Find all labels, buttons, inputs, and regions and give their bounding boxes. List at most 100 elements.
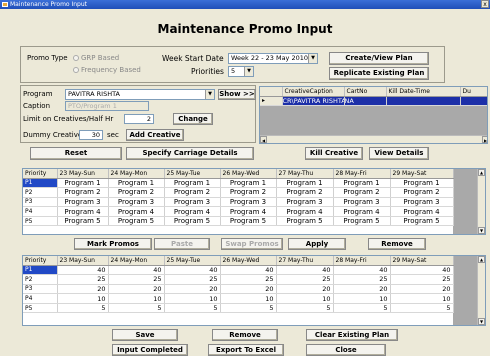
value-cell[interactable]: 40	[57, 265, 109, 276]
column-header[interactable]: 24 May-Mon	[108, 169, 165, 179]
priorities-select[interactable]: 5 ▼	[228, 66, 254, 77]
column-header[interactable]: 27 May-Thu	[276, 169, 334, 179]
chevron-down-icon[interactable]: ▼	[244, 67, 253, 76]
table-row[interactable]: P4 Program 4 Program 4 Program 4 Program…	[23, 206, 454, 217]
vertical-scrollbar[interactable]: ▲ ▼	[477, 256, 485, 325]
priority-cell[interactable]: P3	[23, 197, 58, 208]
column-header[interactable]: Priority	[23, 169, 58, 179]
column-header[interactable]: 26 May-Wed	[220, 256, 277, 266]
program-cell[interactable]: Program 1	[276, 178, 334, 189]
program-cell[interactable]: Program 4	[164, 206, 221, 217]
value-cell[interactable]: 20	[108, 284, 165, 295]
value-cell[interactable]: 40	[108, 265, 165, 276]
value-cell[interactable]: 25	[390, 274, 454, 285]
program-cell[interactable]: Program 4	[333, 206, 391, 217]
priority-cell[interactable]: P5	[23, 216, 58, 227]
value-cell[interactable]: 10	[333, 293, 391, 304]
value-cell[interactable]: 10	[220, 293, 277, 304]
table-row[interactable]: P1 Program 1 Program 1 Program 1 Program…	[23, 178, 454, 189]
column-header[interactable]: Du	[460, 87, 487, 97]
value-cell[interactable]: 5	[333, 303, 391, 314]
program-cell[interactable]: Program 3	[220, 197, 277, 208]
program-cell[interactable]: Program 4	[108, 206, 165, 217]
program-cell[interactable]: Program 3	[333, 197, 391, 208]
priority-cell[interactable]: P1	[23, 178, 58, 189]
scroll-down-icon[interactable]: ▼	[478, 227, 485, 234]
create-view-plan-button[interactable]: Create/View Plan	[329, 52, 429, 65]
replicate-plan-button[interactable]: Replicate Existing Plan	[329, 67, 429, 80]
program-cell[interactable]: Program 3	[390, 197, 454, 208]
scroll-up-icon[interactable]: ▲	[478, 169, 485, 176]
program-cell[interactable]: Program 1	[57, 178, 109, 189]
priority-cell[interactable]: P3	[23, 284, 58, 295]
value-cell[interactable]: 10	[108, 293, 165, 304]
priority-cell[interactable]: P4	[23, 293, 58, 304]
column-header[interactable]: 23 May-Sun	[57, 169, 109, 179]
value-cell[interactable]: 5	[108, 303, 165, 314]
table-row[interactable]: P3 Program 3 Program 3 Program 3 Program…	[23, 197, 454, 208]
value-cell[interactable]: 20	[276, 284, 334, 295]
priority-cell[interactable]: P2	[23, 274, 58, 285]
add-creative-button[interactable]: Add Creative	[126, 129, 184, 141]
table-row[interactable]: P5 5 5 5 5 5 5 5	[23, 303, 454, 314]
week-start-select[interactable]: Week 22 - 23 May 2010 ▼	[228, 53, 318, 64]
program-cell[interactable]: Program 5	[220, 216, 277, 227]
program-cell[interactable]: Program 2	[108, 187, 165, 198]
program-cell[interactable]: Program 5	[276, 216, 334, 227]
specify-carriage-button[interactable]: Specify Carriage Details	[126, 147, 254, 160]
program-cell[interactable]: Program 3	[108, 197, 165, 208]
chevron-down-icon[interactable]: ▼	[308, 54, 317, 63]
program-cell[interactable]: Program 2	[164, 187, 221, 198]
change-button[interactable]: Change	[173, 113, 213, 125]
duration-cell[interactable]	[460, 96, 487, 107]
value-cell[interactable]: 10	[164, 293, 221, 304]
priority-cell[interactable]: P4	[23, 206, 58, 217]
column-header[interactable]: Priority	[23, 256, 58, 266]
remove-button[interactable]: Remove	[212, 329, 278, 341]
creative-grid[interactable]: CreativeCaption CartNo Kill Date-Time Du…	[259, 86, 488, 144]
grp-radio[interactable]	[73, 55, 79, 61]
value-cell[interactable]: 10	[390, 293, 454, 304]
program-cell[interactable]: Program 2	[57, 187, 109, 198]
program-cell[interactable]: Program 1	[333, 178, 391, 189]
program-cell[interactable]: Program 2	[390, 187, 454, 198]
program-cell[interactable]: Program 4	[276, 206, 334, 217]
table-row[interactable]: P3 20 20 20 20 20 20 20	[23, 284, 454, 295]
value-cell[interactable]: 25	[333, 274, 391, 285]
creative-row[interactable]: ▸ CR\PAVITRA RISHTA NA	[260, 96, 487, 107]
column-header[interactable]: 29 May-Sat	[390, 169, 454, 179]
program-grid[interactable]: Priority 23 May-Sun 24 May-Mon 25 May-Tu…	[22, 168, 486, 235]
show-button[interactable]: Show >>	[218, 89, 256, 100]
value-cell[interactable]: 25	[108, 274, 165, 285]
program-cell[interactable]: Program 5	[333, 216, 391, 227]
scroll-right-icon[interactable]: ▶	[482, 136, 487, 143]
program-cell[interactable]: Program 3	[164, 197, 221, 208]
column-header[interactable]: 26 May-Wed	[220, 169, 277, 179]
value-cell[interactable]: 5	[57, 303, 109, 314]
column-header[interactable]: 24 May-Mon	[108, 256, 165, 266]
program-cell[interactable]: Program 5	[57, 216, 109, 227]
table-row[interactable]: P4 10 10 10 10 10 10 10	[23, 293, 454, 304]
value-grid[interactable]: Priority 23 May-Sun 24 May-Mon 25 May-Tu…	[22, 255, 486, 326]
program-select[interactable]: PAVITRA RISHTA ▼	[65, 89, 215, 100]
value-cell[interactable]: 20	[220, 284, 277, 295]
scroll-up-icon[interactable]: ▲	[478, 256, 485, 263]
creative-caption-cell[interactable]: CR\PAVITRA RISHTA	[282, 96, 345, 107]
column-header[interactable]: 23 May-Sun	[57, 256, 109, 266]
value-cell[interactable]: 20	[390, 284, 454, 295]
value-cell[interactable]: 20	[164, 284, 221, 295]
column-header[interactable]: Kill Date-Time	[386, 87, 461, 97]
program-cell[interactable]: Program 2	[276, 187, 334, 198]
frequency-radio[interactable]	[73, 67, 79, 73]
program-cell[interactable]: Program 2	[220, 187, 277, 198]
scroll-left-icon[interactable]: ◀	[260, 136, 267, 143]
program-cell[interactable]: Program 5	[164, 216, 221, 227]
value-cell[interactable]: 10	[57, 293, 109, 304]
scroll-down-icon[interactable]: ▼	[478, 318, 485, 325]
value-cell[interactable]: 5	[390, 303, 454, 314]
dummy-creative-field[interactable]: 30	[79, 130, 103, 140]
column-header[interactable]: 28 May-Fri	[333, 169, 391, 179]
column-header[interactable]: CreativeCaption	[282, 87, 345, 97]
priority-cell[interactable]: P1	[23, 265, 58, 276]
priority-cell[interactable]: P5	[23, 303, 58, 314]
